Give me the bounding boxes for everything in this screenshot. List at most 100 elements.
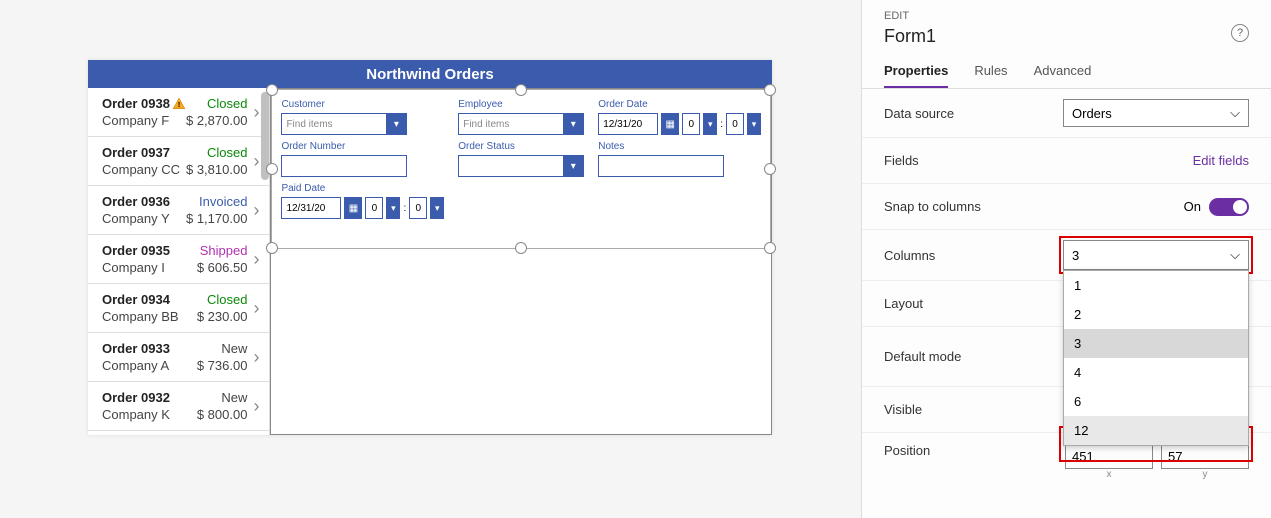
order-number: Order 0938! bbox=[102, 96, 186, 112]
position-y-input[interactable]: 57 bbox=[1161, 443, 1249, 469]
order-number: Order 0934 bbox=[102, 292, 170, 307]
panel-tabs: Properties Rules Advanced bbox=[862, 57, 1271, 89]
dropdown-option[interactable]: 6 bbox=[1064, 387, 1248, 416]
order-status: New bbox=[221, 390, 247, 405]
tab-advanced[interactable]: Advanced bbox=[1034, 57, 1092, 88]
prop-label: Default mode bbox=[884, 349, 961, 364]
columns-dropdown[interactable]: 3⌵ bbox=[1063, 240, 1249, 270]
minute-spinner[interactable]: 0 bbox=[726, 113, 744, 135]
resize-handle[interactable] bbox=[764, 242, 776, 254]
chevron-down-icon: ⌵ bbox=[1230, 247, 1240, 263]
order-amount: $ 800.00 bbox=[197, 407, 248, 422]
form-control[interactable]: Customer Find items▾ Employee Find items… bbox=[270, 88, 772, 435]
resize-handle[interactable] bbox=[515, 242, 527, 254]
prop-label: Layout bbox=[884, 296, 923, 311]
field-label: Order Status bbox=[458, 141, 584, 152]
field-order-number: Order Number bbox=[281, 141, 444, 177]
order-date-input[interactable]: 12/31/20 bbox=[598, 113, 658, 135]
order-number: Order 0936 bbox=[102, 194, 170, 209]
field-label: Customer bbox=[281, 99, 444, 110]
field-label: Notes bbox=[598, 141, 761, 152]
notes-input[interactable] bbox=[598, 155, 724, 177]
company-name: Company BB bbox=[102, 309, 179, 324]
dropdown-option[interactable]: 12 bbox=[1064, 416, 1248, 445]
order-item[interactable]: Order 0935ShippedCompany I$ 606.50› bbox=[88, 235, 269, 284]
field-label: Order Date bbox=[598, 99, 761, 110]
chevron-down-icon[interactable]: ▾ bbox=[563, 114, 583, 134]
dropdown-option[interactable]: 2 bbox=[1064, 300, 1248, 329]
prop-label: Data source bbox=[884, 106, 954, 121]
prop-label: Fields bbox=[884, 153, 919, 168]
company-name: Company K bbox=[102, 407, 170, 422]
customer-combobox[interactable]: Find items▾ bbox=[281, 113, 407, 135]
order-number-input[interactable] bbox=[281, 155, 407, 177]
company-name: Company Y bbox=[102, 211, 170, 226]
order-status-dropdown[interactable]: ▾ bbox=[458, 155, 584, 177]
edit-fields-link[interactable]: Edit fields bbox=[1193, 153, 1249, 168]
order-amount: $ 230.00 bbox=[197, 309, 248, 324]
calendar-icon[interactable]: ▦ bbox=[344, 197, 362, 219]
chevron-right-icon[interactable]: › bbox=[247, 298, 265, 319]
field-label: Paid Date bbox=[281, 183, 444, 194]
order-status: Invoiced bbox=[199, 194, 247, 209]
hour-spinner[interactable]: 0 bbox=[682, 113, 700, 135]
order-amount: $ 2,870.00 bbox=[186, 113, 247, 128]
prop-columns: Columns 3⌵ 1234612 bbox=[862, 230, 1271, 281]
chevron-down-icon[interactable]: ▾ bbox=[563, 156, 583, 176]
order-number: Order 0933 bbox=[102, 341, 170, 356]
chevron-right-icon[interactable]: › bbox=[247, 249, 265, 270]
minute-spinner[interactable]: 0 bbox=[409, 197, 427, 219]
order-item[interactable]: Order 0934 Closed Company BB $ 230.00› bbox=[88, 284, 269, 333]
order-number: Order 0937 bbox=[102, 145, 170, 160]
data-source-dropdown[interactable]: Orders⌵ bbox=[1063, 99, 1249, 127]
company-name: Company I bbox=[102, 260, 165, 275]
snap-toggle[interactable] bbox=[1209, 198, 1249, 216]
company-name: Company CC bbox=[102, 162, 180, 177]
app-canvas: Northwind Orders Order 0938!ClosedCompan… bbox=[88, 60, 772, 435]
position-x-input[interactable]: 451 bbox=[1065, 443, 1153, 469]
order-item[interactable]: Order 0936InvoicedCompany Y$ 1,170.00› bbox=[88, 186, 269, 235]
tab-rules[interactable]: Rules bbox=[974, 57, 1007, 88]
chevron-down-icon[interactable]: ▾ bbox=[386, 197, 400, 219]
field-label: Employee bbox=[458, 99, 584, 110]
chevron-right-icon[interactable]: › bbox=[247, 347, 265, 368]
field-notes: Notes bbox=[598, 141, 761, 177]
prop-fields: Fields Edit fields bbox=[862, 138, 1271, 184]
order-item[interactable]: Order 0932NewCompany K$ 800.00› bbox=[88, 382, 269, 431]
hour-spinner[interactable]: 0 bbox=[365, 197, 383, 219]
field-paid-date: Paid Date 12/31/20 ▦ 0▾ : 0▾ bbox=[281, 183, 444, 219]
order-item[interactable]: Order 0938!ClosedCompany F$ 2,870.00› bbox=[88, 88, 269, 137]
field-employee: Employee Find items▾ bbox=[458, 99, 584, 135]
help-icon[interactable]: ? bbox=[1231, 24, 1249, 42]
tab-properties[interactable]: Properties bbox=[884, 57, 948, 88]
prop-label: Columns bbox=[884, 248, 935, 263]
order-status: Closed bbox=[207, 292, 247, 307]
dropdown-option[interactable]: 1 bbox=[1064, 271, 1248, 300]
chevron-down-icon[interactable]: ▾ bbox=[703, 113, 717, 135]
order-amount: $ 736.00 bbox=[197, 358, 248, 373]
edit-label: EDIT bbox=[862, 0, 1271, 22]
order-number: Order 0935 bbox=[102, 243, 170, 258]
chevron-right-icon[interactable]: › bbox=[247, 200, 265, 221]
order-status: New bbox=[221, 341, 247, 356]
employee-combobox[interactable]: Find items▾ bbox=[458, 113, 584, 135]
chevron-right-icon[interactable]: › bbox=[247, 396, 265, 417]
order-amount: $ 3,810.00 bbox=[186, 162, 247, 177]
chevron-down-icon[interactable]: ▾ bbox=[430, 197, 444, 219]
calendar-icon[interactable]: ▦ bbox=[661, 113, 679, 135]
field-order-status: Order Status ▾ bbox=[458, 141, 584, 177]
order-status: Shipped bbox=[200, 243, 248, 258]
dropdown-option[interactable]: 4 bbox=[1064, 358, 1248, 387]
prop-snap-to-columns: Snap to columns On bbox=[862, 184, 1271, 230]
chevron-down-icon[interactable]: ▾ bbox=[747, 113, 761, 135]
order-item[interactable]: Order 0937ClosedCompany CC$ 3,810.00› bbox=[88, 137, 269, 186]
x-sublabel: x bbox=[1065, 469, 1153, 480]
scrollbar-thumb[interactable] bbox=[261, 92, 269, 180]
chevron-down-icon[interactable]: ▾ bbox=[386, 114, 406, 134]
paid-date-input[interactable]: 12/31/20 bbox=[281, 197, 341, 219]
dropdown-option[interactable]: 3 bbox=[1064, 329, 1248, 358]
order-gallery[interactable]: Order 0938!ClosedCompany F$ 2,870.00›Ord… bbox=[88, 88, 270, 435]
toggle-value: On bbox=[1184, 199, 1201, 214]
order-item[interactable]: Order 0933NewCompany A$ 736.00› bbox=[88, 333, 269, 382]
prop-label: Position bbox=[884, 443, 930, 458]
